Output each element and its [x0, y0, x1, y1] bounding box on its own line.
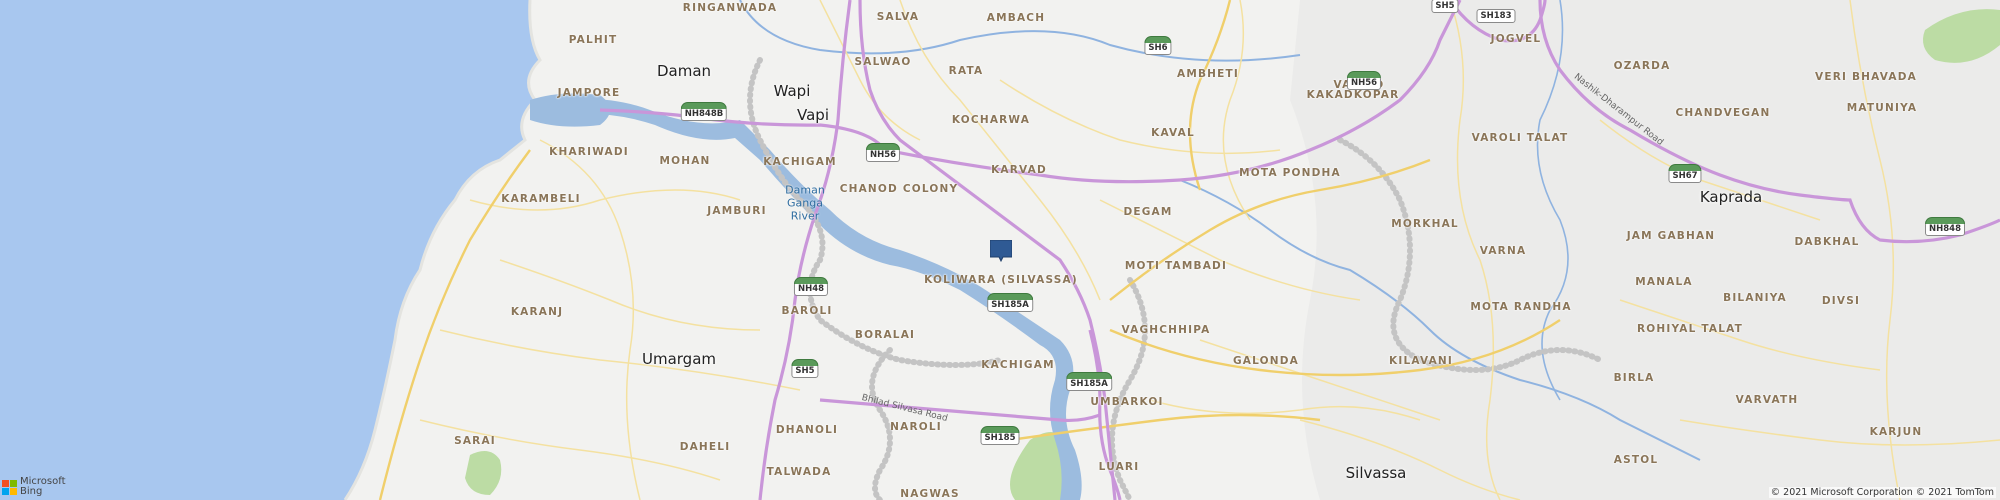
bing-logo[interactable]: Microsoft Bing — [2, 477, 66, 497]
locality-label: PALHIT — [568, 34, 618, 46]
locality-label: KARJUN — [1869, 426, 1923, 438]
route-shield-sh5: SH5 — [1431, 0, 1459, 13]
locality-label: GALONDA — [1232, 355, 1300, 367]
locality-label: KILAVANI — [1389, 355, 1453, 367]
route-shield-nh48: NH48 — [793, 277, 829, 296]
locality-label: BAROLI — [781, 305, 833, 317]
route-shield-nh848: NH848 — [1925, 217, 1965, 236]
route-shield-sh185: SH185 — [980, 426, 1020, 445]
bing-logo-text: Microsoft Bing — [20, 477, 66, 497]
locality-label: AMBHETI — [1176, 68, 1240, 80]
locality-label: KARANJ — [510, 306, 564, 318]
locality-label: KARAMBELI — [501, 193, 581, 205]
locality-label: DABKHAL — [1794, 236, 1860, 248]
locality-label: BORALAI — [854, 329, 916, 341]
route-shield-sh185a: SH185A — [1066, 372, 1112, 391]
town-label-vapi: Vapi — [797, 106, 829, 124]
route-shield-sh67: SH67 — [1668, 164, 1702, 183]
locality-label: CHANDVEGAN — [1675, 107, 1771, 119]
locality-label: VAGHCHHIPA — [1121, 324, 1211, 336]
water-label-line: River — [790, 209, 820, 223]
route-shield-sh185a: SH185A — [987, 293, 1033, 312]
town-label-umargam: Umargam — [641, 350, 717, 368]
locality-label: DIVSI — [1821, 295, 1861, 307]
town-label-wapi: Wapi — [773, 82, 811, 100]
locality-label: KARVAD — [991, 164, 1047, 176]
water-label-line: Daman — [785, 183, 825, 197]
locality-label: KHARIWADI — [549, 146, 629, 158]
route-shield-nh56: NH56 — [1346, 71, 1382, 90]
copyright-notice: © 2021 Microsoft Corporation © 2021 TomT… — [1768, 487, 1996, 498]
locality-label: VARNA — [1479, 245, 1527, 257]
route-shield-sh6: SH6 — [1144, 36, 1172, 55]
water-label-daman-ganga-river: Daman Ganga River — [785, 184, 825, 223]
locality-label: BIRLA — [1613, 372, 1655, 384]
locality-label: UMBARKOI — [1090, 396, 1164, 408]
water-label-line: Ganga — [787, 196, 823, 210]
locality-label: DAHELI — [679, 441, 731, 453]
route-shield-nh56: NH56 — [865, 143, 901, 162]
locality-label: DEGAM — [1123, 206, 1173, 218]
locality-label: MATUNIYA — [1846, 102, 1918, 114]
locality-label: JAMPORE — [557, 87, 621, 99]
locality-label: KACHIGAM — [763, 156, 837, 168]
locality-label: VARVATH — [1735, 394, 1799, 406]
locality-label: KAKADKOPAR — [1306, 89, 1400, 101]
locality-label: JAM GABHAN — [1626, 230, 1716, 242]
locality-label: SALVA — [876, 11, 920, 23]
locality-label: MANALA — [1635, 276, 1693, 288]
logo-line-2: Bing — [20, 486, 43, 497]
locality-label: VAROLI TALAT — [1471, 132, 1569, 144]
locality-label: NAGWAS — [900, 488, 960, 500]
locality-label: KACHIGAM — [981, 359, 1055, 371]
town-label-silvassa: Silvassa — [1345, 464, 1407, 482]
locality-label: JAMBURI — [707, 205, 767, 217]
locality-label: VERI BHAVADA — [1815, 71, 1917, 83]
microsoft-logo-icon — [2, 479, 17, 495]
map-canvas[interactable]: Daman Wapi Vapi Umargam Kaprada Silvassa… — [0, 0, 2000, 500]
locality-label: LUARI — [1098, 461, 1140, 473]
locality-label: CHANOD COLONY — [839, 183, 959, 195]
route-shield-sh183: SH183 — [1476, 9, 1516, 23]
town-label-daman: Daman — [656, 62, 712, 80]
locality-label: DHANOLI — [775, 424, 839, 436]
locality-label: KAVAL — [1151, 127, 1195, 139]
locality-label: TALWADA — [766, 466, 832, 478]
locality-label: ROHIYAL TALAT — [1636, 323, 1744, 335]
locality-label: BILANIYA — [1723, 292, 1787, 304]
locality-label: RATA — [948, 65, 984, 77]
route-shield-sh5: SH5 — [791, 359, 819, 378]
locality-label: MOTI TAMBADI — [1124, 260, 1228, 272]
locality-label: RINGANWADA — [682, 2, 778, 14]
locality-label: JOGVEL — [1490, 33, 1542, 45]
route-shield-nh848b: NH848B — [680, 102, 728, 121]
locality-label: MORKHAL — [1391, 218, 1459, 230]
location-pin-icon[interactable] — [990, 240, 1012, 262]
locality-label: MOTA PONDHA — [1239, 167, 1341, 179]
locality-label: KOCHARWA — [951, 114, 1031, 126]
locality-label: AMBACH — [986, 12, 1046, 24]
locality-label: OZARDA — [1613, 60, 1671, 72]
locality-label: MOTA RANDHA — [1470, 301, 1572, 313]
locality-label: ASTOL — [1613, 454, 1659, 466]
locality-label: KOLIWARA (SILVASSA) — [924, 274, 1078, 286]
locality-label: SARAI — [454, 435, 496, 447]
locality-label: MOHAN — [659, 155, 711, 167]
town-label-kaprada: Kaprada — [1699, 188, 1763, 206]
locality-label: NAROLI — [890, 421, 942, 433]
locality-label: SALWAO — [854, 56, 912, 68]
